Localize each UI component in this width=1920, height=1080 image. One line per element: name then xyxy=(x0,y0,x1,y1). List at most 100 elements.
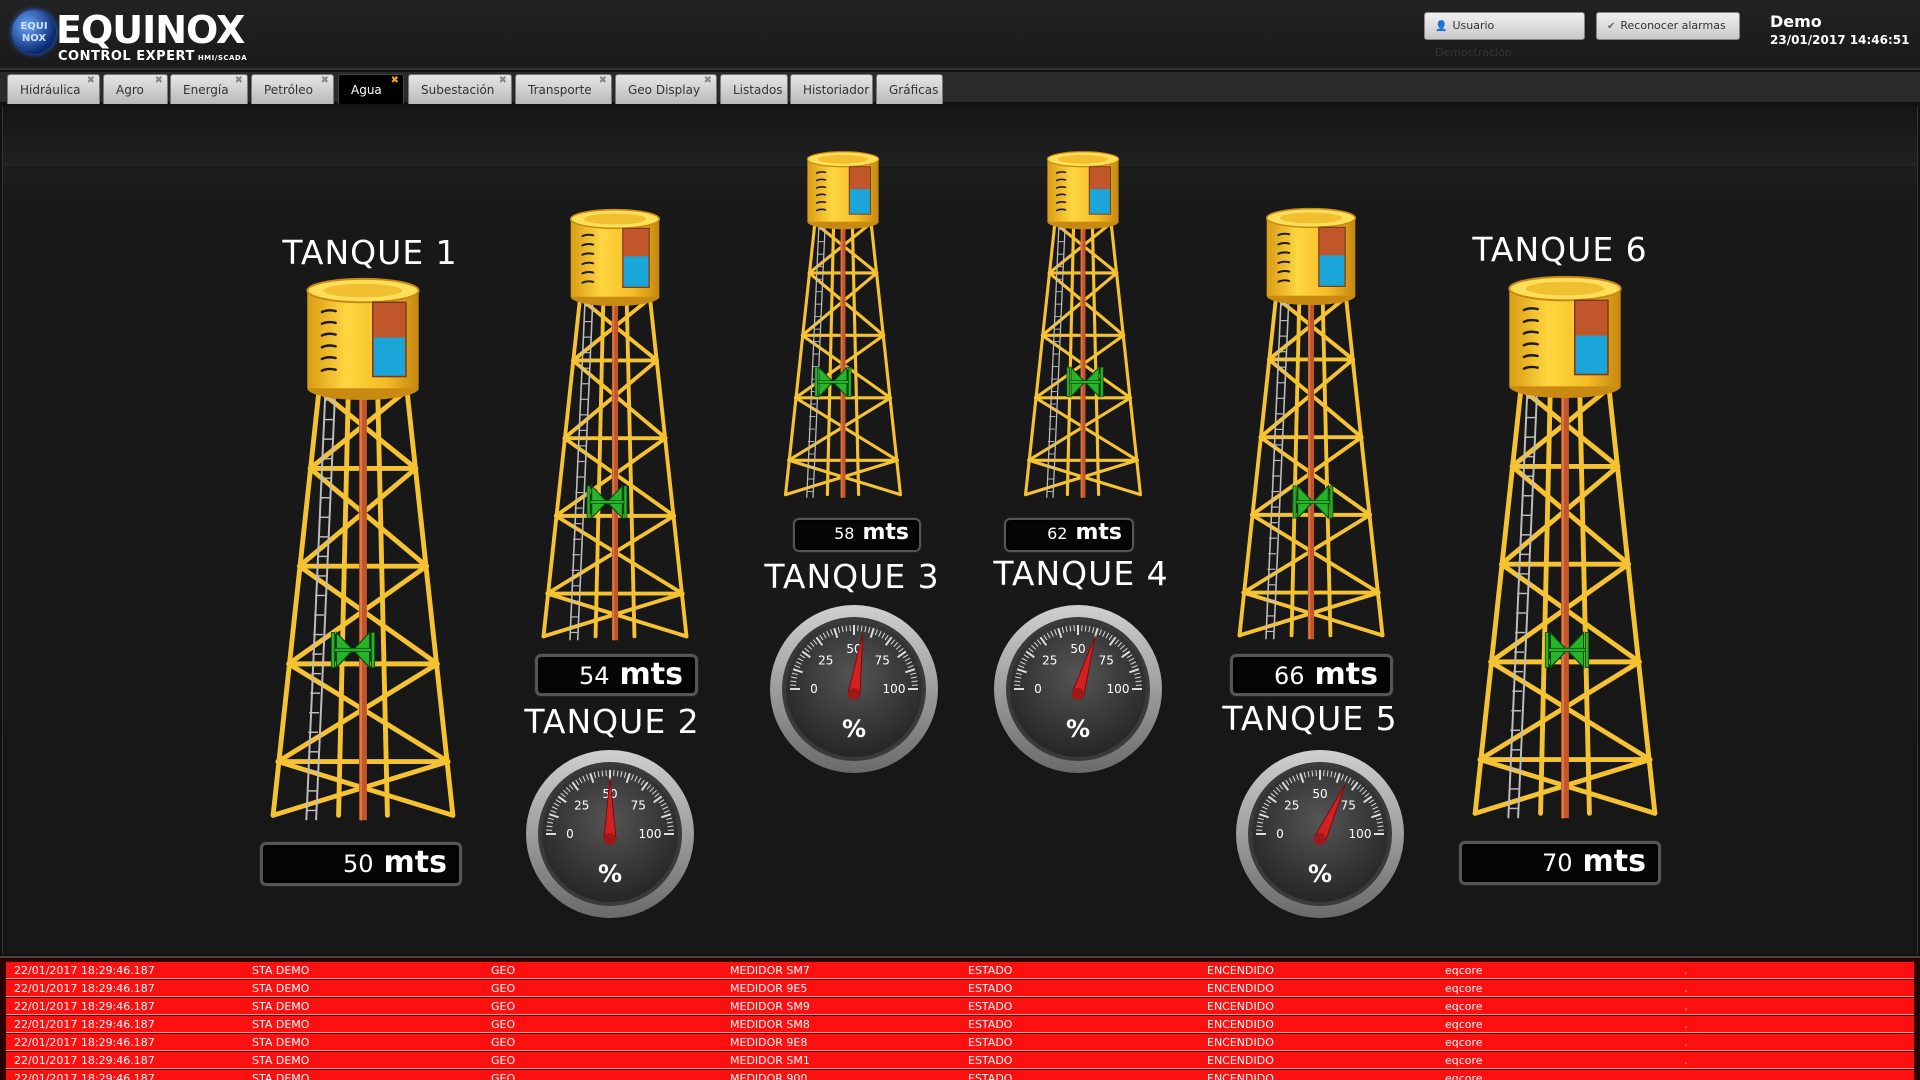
gauge-tick-label: 75 xyxy=(631,799,646,813)
tank-6-tower[interactable] xyxy=(1460,271,1670,828)
user-icon: 👤 xyxy=(1435,21,1448,32)
tank-3-tower[interactable] xyxy=(776,148,910,504)
tank-2-tower[interactable] xyxy=(532,205,698,648)
gauge-needle-hub xyxy=(604,833,616,845)
alarm-area-cell: GEO xyxy=(491,1054,516,1067)
acknowledge-alarms-label: Reconocer alarmas xyxy=(1620,19,1726,32)
tab-hidraulica[interactable]: Hidráulica ✖ xyxy=(7,74,100,104)
alarm-device-cell: MEDIDOR SM7 xyxy=(730,964,810,977)
close-icon[interactable]: ✖ xyxy=(87,66,95,96)
tab-label: Agua xyxy=(351,83,382,97)
tab-bar: Hidráulica ✖ Agro ✖ Energía ✖ Petróleo ✖ Agu… xyxy=(0,72,1920,104)
tank-4-valve-icon[interactable] xyxy=(1064,364,1106,400)
tab-agua[interactable]: Agua ✖ xyxy=(338,74,404,104)
alarm-time-cell: 22/01/2017 18:29:46.187 xyxy=(14,982,155,995)
user-button[interactable]: 👤 Usuario Demostración xyxy=(1424,12,1585,59)
close-icon[interactable]: ✖ xyxy=(704,66,712,96)
tank-6-title: TANQUE 6 xyxy=(1472,230,1648,269)
logo-title: EQUINOX xyxy=(56,8,245,52)
logo-subtitle: CONTROL EXPERT HMI/SCADA xyxy=(58,49,247,64)
tank-3-title: TANQUE 3 xyxy=(764,557,940,596)
tank-2-level-value: 54 xyxy=(578,662,610,690)
tank-3-level-value: 58 xyxy=(834,524,855,543)
alarm-time-cell: 22/01/2017 18:29:46.187 xyxy=(14,1000,155,1013)
session-info: Demo 23/01/2017 14:46:51 xyxy=(1770,12,1909,47)
alarm-value-cell: ENCENDIDO xyxy=(1207,964,1274,977)
tank-5-level-readout: 66 mts xyxy=(1230,654,1393,696)
tab-subestacion[interactable]: Subestación ✖ xyxy=(408,74,512,104)
tab-geo-display[interactable]: Geo Display ✖ xyxy=(615,74,717,104)
alarm-extra-cell: . xyxy=(1684,1054,1688,1067)
alarm-row[interactable]: 22/01/2017 18:29:46.187 STA DEMO GEO MEDIDO… xyxy=(6,1052,1914,1069)
tab-petroleo[interactable]: Petróleo ✖ xyxy=(251,74,334,104)
alarm-field-cell: ESTADO xyxy=(968,964,1013,977)
tab-transporte[interactable]: Transporte ✖ xyxy=(515,74,612,104)
gauge-unit-label: % xyxy=(598,860,622,888)
alarm-list[interactable]: 22/01/2017 18:29:46.187 STA DEMO GEO MEDIDO… xyxy=(0,956,1920,1080)
alarm-user-cell: eqcore xyxy=(1445,1018,1483,1031)
gauge-tick-label: 100 xyxy=(1107,682,1130,696)
tank-2-valve-icon[interactable] xyxy=(584,482,630,522)
alarm-extra-cell: . xyxy=(1684,964,1688,977)
alarm-time-cell: 22/01/2017 18:29:46.187 xyxy=(14,1054,155,1067)
tank-5-valve-icon[interactable] xyxy=(1290,482,1336,522)
gauge-tick-label: 25 xyxy=(818,654,833,668)
alarm-value-cell: ENCENDIDO xyxy=(1207,1036,1274,1049)
alarm-station-cell: STA DEMO xyxy=(252,964,310,977)
tank-6-valve-icon[interactable] xyxy=(1542,628,1592,672)
close-icon[interactable]: ✖ xyxy=(235,66,243,96)
alarm-user-cell: eqcore xyxy=(1445,982,1483,995)
tank-2-title: TANQUE 2 xyxy=(524,702,700,741)
alarm-row[interactable]: 22/01/2017 18:29:46.187 STA DEMO GEO MEDIDO… xyxy=(6,998,1914,1015)
tank-5-tower[interactable] xyxy=(1228,204,1394,647)
tank-4-level-value: 62 xyxy=(1047,524,1068,543)
alarm-station-cell: STA DEMO xyxy=(252,1072,310,1080)
alarm-area-cell: GEO xyxy=(491,1072,516,1080)
close-icon[interactable]: ✖ xyxy=(321,66,329,96)
gauge-tick-label: 50 xyxy=(1070,642,1085,656)
gauge-tick-label: 75 xyxy=(1099,654,1114,668)
tank-4-tower[interactable] xyxy=(1016,148,1150,504)
alarm-row[interactable]: 22/01/2017 18:29:46.187 STA DEMO GEO MEDIDO… xyxy=(6,980,1914,997)
alarm-row[interactable]: 22/01/2017 18:29:46.187 STA DEMO GEO MEDIDO… xyxy=(6,1070,1914,1080)
gauge-unit-label: % xyxy=(1308,860,1332,888)
close-icon[interactable]: ✖ xyxy=(599,66,607,96)
alarm-time-cell: 22/01/2017 18:29:46.187 xyxy=(14,1072,155,1080)
gauge-tick-label: 0 xyxy=(566,827,574,841)
close-icon[interactable]: ✖ xyxy=(499,66,507,96)
alarm-time-cell: 22/01/2017 18:29:46.187 xyxy=(14,1036,155,1049)
tank-3-valve-icon[interactable] xyxy=(812,364,854,400)
tank-1-tower[interactable] xyxy=(258,273,468,830)
tank-3-percent-gauge: 0255075100% xyxy=(770,605,938,773)
tab-listados[interactable]: Listados xyxy=(720,74,788,104)
tab-graficas[interactable]: Gráficas xyxy=(876,74,943,104)
close-icon[interactable]: ✖ xyxy=(391,66,399,96)
close-icon[interactable]: ✖ xyxy=(155,66,163,96)
alarm-area-cell: GEO xyxy=(491,982,516,995)
gauge-tick-label: 25 xyxy=(1284,799,1299,813)
gauge-tick-label: 25 xyxy=(574,799,589,813)
current-datetime: 23/01/2017 14:46:51 xyxy=(1770,33,1910,47)
alarm-station-cell: STA DEMO xyxy=(252,1036,310,1049)
gauge-tick-label: 100 xyxy=(883,682,906,696)
equinox-logo: EQUI NOX EQUINOX CONTROL EXPERT HMI/SCADA xyxy=(12,8,272,64)
tank-1-level-value: 50 xyxy=(342,850,374,878)
alarm-time-cell: 22/01/2017 18:29:46.187 xyxy=(14,1018,155,1031)
alarm-user-cell: eqcore xyxy=(1445,1054,1483,1067)
alarm-area-cell: GEO xyxy=(491,1036,516,1049)
alarm-row[interactable]: 22/01/2017 18:29:46.187 STA DEMO GEO MEDIDO… xyxy=(6,1034,1914,1051)
tank-6-level-unit: mts xyxy=(1582,844,1646,879)
alarm-row[interactable]: 22/01/2017 18:29:46.187 STA DEMO GEO MEDIDO… xyxy=(6,962,1914,979)
alarm-area-cell: GEO xyxy=(491,964,516,977)
alarm-area-cell: GEO xyxy=(491,1000,516,1013)
acknowledge-alarms-button[interactable]: ✔ Reconocer alarmas xyxy=(1596,12,1740,40)
alarm-device-cell: MEDIDOR SM1 xyxy=(730,1054,810,1067)
tab-energia[interactable]: Energía ✖ xyxy=(170,74,248,104)
gauge-needle-hub xyxy=(1314,833,1326,845)
tank-5-level-unit: mts xyxy=(1314,657,1378,692)
tank-4-percent-gauge: 025 50 75 100% xyxy=(994,605,1162,773)
tab-historiador[interactable]: Historiador xyxy=(790,74,873,104)
tab-agro[interactable]: Agro ✖ xyxy=(103,74,168,104)
tank-1-valve-icon[interactable] xyxy=(328,628,378,672)
alarm-row[interactable]: 22/01/2017 18:29:46.187 STA DEMO GEO MEDIDO… xyxy=(6,1016,1914,1033)
